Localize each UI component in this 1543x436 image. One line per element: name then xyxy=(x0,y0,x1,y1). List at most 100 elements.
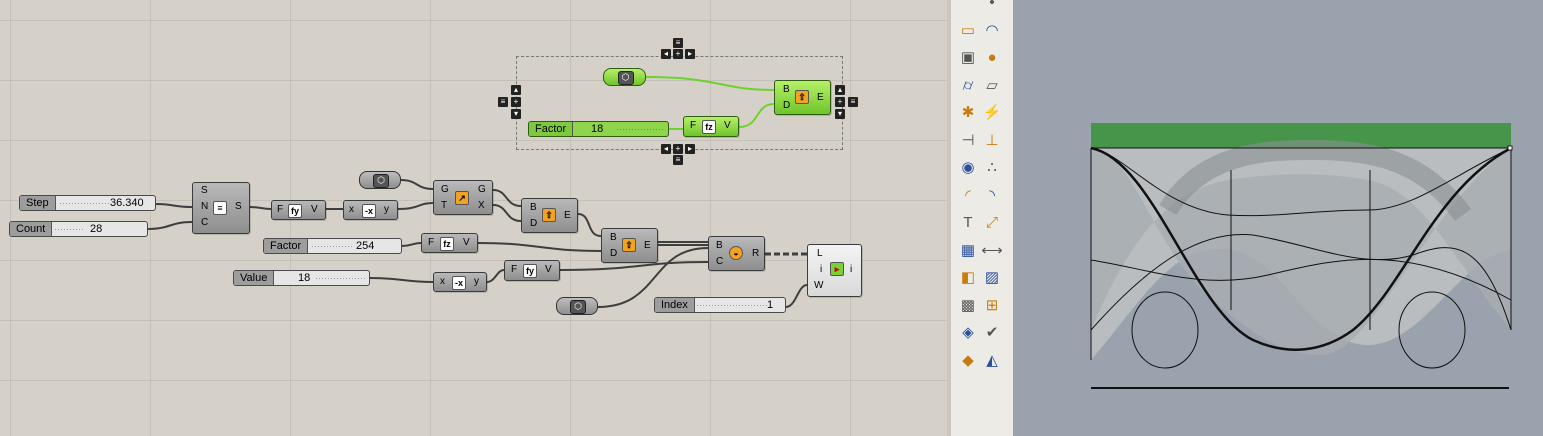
scale-icon[interactable]: ⤢ xyxy=(981,212,1003,234)
slider-name: Factor xyxy=(529,122,574,136)
trim-icon[interactable]: ⊣ xyxy=(957,130,979,152)
slider-value: 28 xyxy=(90,223,103,235)
plus-icon[interactable]: + xyxy=(673,49,683,59)
output-v: V xyxy=(463,237,470,248)
function-icon: fz xyxy=(440,237,454,251)
input-n: N xyxy=(201,201,209,212)
expand-icon[interactable]: ≡ xyxy=(673,38,683,48)
list-item-icon: ▸ xyxy=(830,262,844,276)
input-b: B xyxy=(610,232,617,243)
slider-value: 254 xyxy=(356,240,375,252)
output-s: S xyxy=(235,201,242,212)
fillet-icon[interactable]: ◜ xyxy=(957,185,979,207)
hatch-icon[interactable]: ▨ xyxy=(981,267,1003,289)
rhino-viewport[interactable] xyxy=(1013,0,1543,436)
plus-icon[interactable]: + xyxy=(673,144,683,154)
array-icon[interactable]: ▦ xyxy=(957,240,979,262)
value-slider[interactable]: Value 18 xyxy=(233,270,370,286)
box-icon[interactable]: ▣ xyxy=(957,47,979,69)
series-component[interactable]: S N C ≡ S xyxy=(192,182,250,234)
points-icon[interactable]: ∴ xyxy=(981,157,1003,179)
solid-icon[interactable]: ◆ xyxy=(957,350,979,372)
sphere-icon[interactable]: ● xyxy=(981,47,1003,69)
factor-slider[interactable]: Factor 254 xyxy=(263,238,402,254)
curve-icon[interactable]: ⌒ xyxy=(957,0,979,14)
function-icon: fy xyxy=(523,264,537,278)
dimension-icon[interactable]: ⟷ xyxy=(981,240,1003,262)
move-icon: ↗ xyxy=(455,191,469,205)
factor-slider-selected[interactable]: Factor 18 xyxy=(528,121,669,137)
brep-component[interactable]: B C ◒ R xyxy=(708,236,765,271)
gear-icon[interactable]: ✱ xyxy=(957,102,979,124)
grip-point[interactable] xyxy=(1507,145,1513,151)
block-icon[interactable]: ◧ xyxy=(957,267,979,289)
geometry-param[interactable]: ⬡ xyxy=(359,171,401,189)
grid-icon[interactable]: ▩ xyxy=(957,295,979,317)
plane-surface-icon[interactable]: ▱ xyxy=(981,75,1003,97)
negative-component[interactable]: x -x y xyxy=(343,200,398,220)
geometry-param-2[interactable]: ⬡ xyxy=(556,297,598,315)
function-icon: fy xyxy=(288,204,302,218)
arc-icon[interactable]: ◠ xyxy=(981,20,1003,42)
expression-component[interactable]: F fy V xyxy=(271,200,326,220)
plus-icon[interactable]: + xyxy=(511,97,521,107)
expression-component-2[interactable]: F fz V xyxy=(421,233,478,253)
output-y: y xyxy=(474,276,479,287)
negative-component-2[interactable]: x -x y xyxy=(433,272,487,292)
graft-component[interactable]: B D ⇧ E xyxy=(521,198,578,233)
split-icon[interactable]: ⊥ xyxy=(981,130,1003,152)
count-slider[interactable]: Count 28 xyxy=(9,221,148,237)
output-e: E xyxy=(564,210,571,221)
slider-value: 36.340 xyxy=(110,197,144,209)
input-d: D xyxy=(783,100,791,111)
collapse-down-icon[interactable]: ▾ xyxy=(835,109,845,119)
analyze-icon[interactable]: ⊞ xyxy=(981,295,1003,317)
negative-icon: -x xyxy=(452,276,466,290)
collapse-right-icon[interactable]: ▸ xyxy=(685,144,695,154)
input-b: B xyxy=(783,84,790,95)
index-slider[interactable]: Index 1 xyxy=(654,297,786,313)
output-v: V xyxy=(724,120,731,131)
collapse-up-icon[interactable]: ▴ xyxy=(511,85,521,95)
step-slider[interactable]: Step 36.340 xyxy=(19,195,156,211)
expand-icon[interactable]: ≡ xyxy=(848,97,858,107)
geometry-param-selected[interactable]: ⬡ xyxy=(603,68,646,86)
cylinder-icon[interactable]: ⌭ xyxy=(957,75,979,97)
collapse-down-icon[interactable]: ▾ xyxy=(511,109,521,119)
collapse-left-icon[interactable]: ◂ xyxy=(661,144,671,154)
point-icon[interactable]: • xyxy=(981,0,1003,14)
boolean-icon[interactable]: ◉ xyxy=(957,157,979,179)
collapse-up-icon[interactable]: ▴ xyxy=(835,85,845,95)
output-r: R xyxy=(752,248,760,259)
collapse-left-icon[interactable]: ◂ xyxy=(661,49,671,59)
check-icon[interactable]: ✔ xyxy=(981,322,1003,344)
input-i: i xyxy=(820,264,823,275)
slider-value: 1 xyxy=(767,299,774,311)
list-item-component[interactable]: L i W ▸ i xyxy=(807,244,862,297)
expression-component-selected[interactable]: F fz V xyxy=(683,116,739,137)
expression-component-3[interactable]: F fy V xyxy=(504,260,560,281)
input-f: F xyxy=(511,264,518,275)
viewport-geometry xyxy=(1090,123,1513,389)
expand-icon[interactable]: ≡ xyxy=(673,155,683,165)
brep-icon: ◒ xyxy=(729,246,743,260)
move-component[interactable]: G T ↗ G X xyxy=(433,180,493,215)
slider-name: Index xyxy=(655,298,695,312)
geometry-icon: ⬡ xyxy=(570,300,586,314)
input-c: C xyxy=(201,217,209,228)
light-icon[interactable]: ◭ xyxy=(981,350,1003,372)
plus-icon[interactable]: + xyxy=(835,97,845,107)
blend-icon[interactable]: ◝ xyxy=(981,185,1003,207)
lightning-icon[interactable]: ⚡ xyxy=(981,102,1003,124)
series-icon: ≡ xyxy=(213,201,227,215)
output-v: V xyxy=(545,264,552,275)
expand-icon[interactable]: ≡ xyxy=(498,97,508,107)
input-g: G xyxy=(441,184,449,195)
graft-component-2[interactable]: B D ⇧ E xyxy=(601,228,658,263)
rectangle-icon[interactable]: ▭ xyxy=(957,20,979,42)
collapse-right-icon[interactable]: ▸ xyxy=(685,49,695,59)
render-icon[interactable]: ◈ xyxy=(957,322,979,344)
text-icon[interactable]: T xyxy=(957,212,979,234)
grasshopper-canvas[interactable]: Step 36.340 Count 28 Factor 254 Value 18… xyxy=(0,0,947,436)
graft-component-selected[interactable]: B D ⇧ E xyxy=(774,80,831,115)
